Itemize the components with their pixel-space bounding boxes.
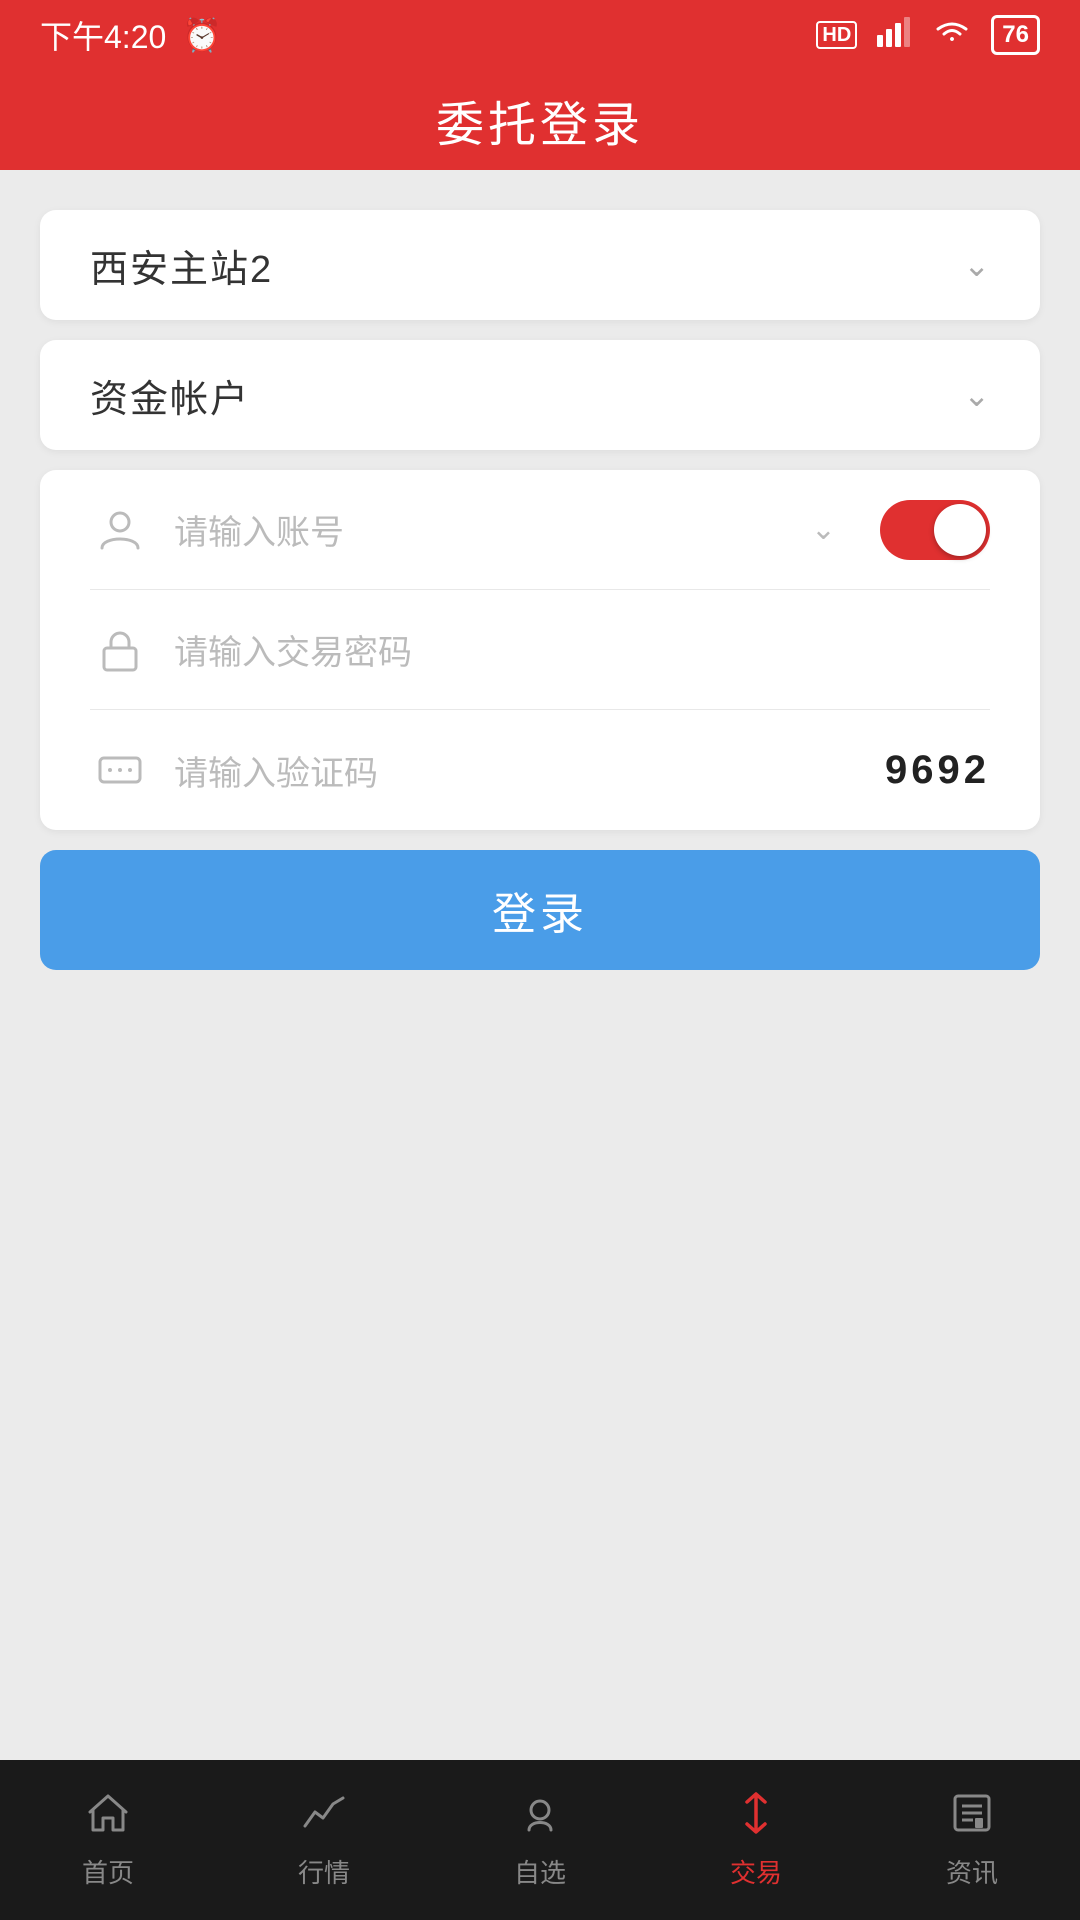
captcha-placeholder: 请输入验证码 [174, 746, 885, 795]
trade-icon [733, 1790, 779, 1843]
wifi-icon [933, 17, 971, 54]
server-chevron-icon: ⌄ [963, 246, 990, 284]
nav-label-market: 行情 [298, 1853, 350, 1890]
nav-item-market[interactable]: 行情 [216, 1760, 432, 1920]
login-button[interactable]: 登录 [40, 850, 1040, 970]
account-row[interactable]: 请输入账号 ⌄ [90, 470, 990, 590]
nav-label-trade: 交易 [730, 1853, 782, 1890]
server-selector-label: 西安主站2 [90, 238, 273, 293]
market-icon [301, 1790, 347, 1843]
account-input-area[interactable]: 请输入账号 ⌄ [174, 505, 856, 554]
news-icon [949, 1790, 995, 1843]
login-form-card: 请输入账号 ⌄ 请输入交易密码 [40, 470, 1040, 830]
page-header: 委托登录 [0, 70, 1080, 170]
status-bar: 下午4:20 ⏰ HD 76 [0, 0, 1080, 70]
watchlist-icon [517, 1790, 563, 1843]
password-placeholder: 请输入交易密码 [174, 625, 990, 674]
account-type-selector[interactable]: 资金帐户 ⌄ [40, 340, 1040, 450]
nav-item-trade[interactable]: 交易 [648, 1760, 864, 1920]
signal-icon [877, 17, 913, 54]
status-right: HD 76 [816, 15, 1040, 55]
user-icon [90, 500, 150, 560]
time-display: 下午4:20 [40, 12, 166, 58]
battery-icon: 76 [991, 15, 1040, 55]
account-placeholder: 请输入账号 [174, 505, 811, 554]
alarm-icon: ⏰ [182, 16, 222, 54]
server-selector[interactable]: 西安主站2 ⌄ [40, 210, 1040, 320]
lock-icon [90, 620, 150, 680]
account-toggle[interactable] [880, 500, 990, 560]
nav-item-watchlist[interactable]: 自选 [432, 1760, 648, 1920]
account-dropdown-icon: ⌄ [811, 512, 836, 547]
captcha-row[interactable]: 请输入验证码 9692 [90, 710, 990, 830]
bottom-navigation: 首页 行情 自选 交易 [0, 1760, 1080, 1920]
password-row[interactable]: 请输入交易密码 [90, 590, 990, 710]
password-input-area[interactable]: 请输入交易密码 [174, 625, 990, 674]
account-type-label: 资金帐户 [90, 368, 250, 423]
captcha-icon [90, 740, 150, 800]
hd-signal-badge: HD [816, 23, 857, 47]
nav-item-home[interactable]: 首页 [0, 1760, 216, 1920]
home-icon [85, 1790, 131, 1843]
nav-label-home: 首页 [82, 1853, 134, 1890]
toggle-knob [934, 504, 986, 556]
nav-label-news: 资讯 [946, 1853, 998, 1890]
nav-label-watchlist: 自选 [514, 1853, 566, 1890]
captcha-code-display[interactable]: 9692 [885, 748, 990, 793]
account-type-chevron-icon: ⌄ [963, 376, 990, 414]
page-title: 委托登录 [436, 85, 644, 155]
nav-item-news[interactable]: 资讯 [864, 1760, 1080, 1920]
status-left: 下午4:20 ⏰ [40, 12, 222, 58]
captcha-input-area[interactable]: 请输入验证码 9692 [174, 746, 990, 795]
main-content: 西安主站2 ⌄ 资金帐户 ⌄ 请输入账号 ⌄ [0, 170, 1080, 1760]
